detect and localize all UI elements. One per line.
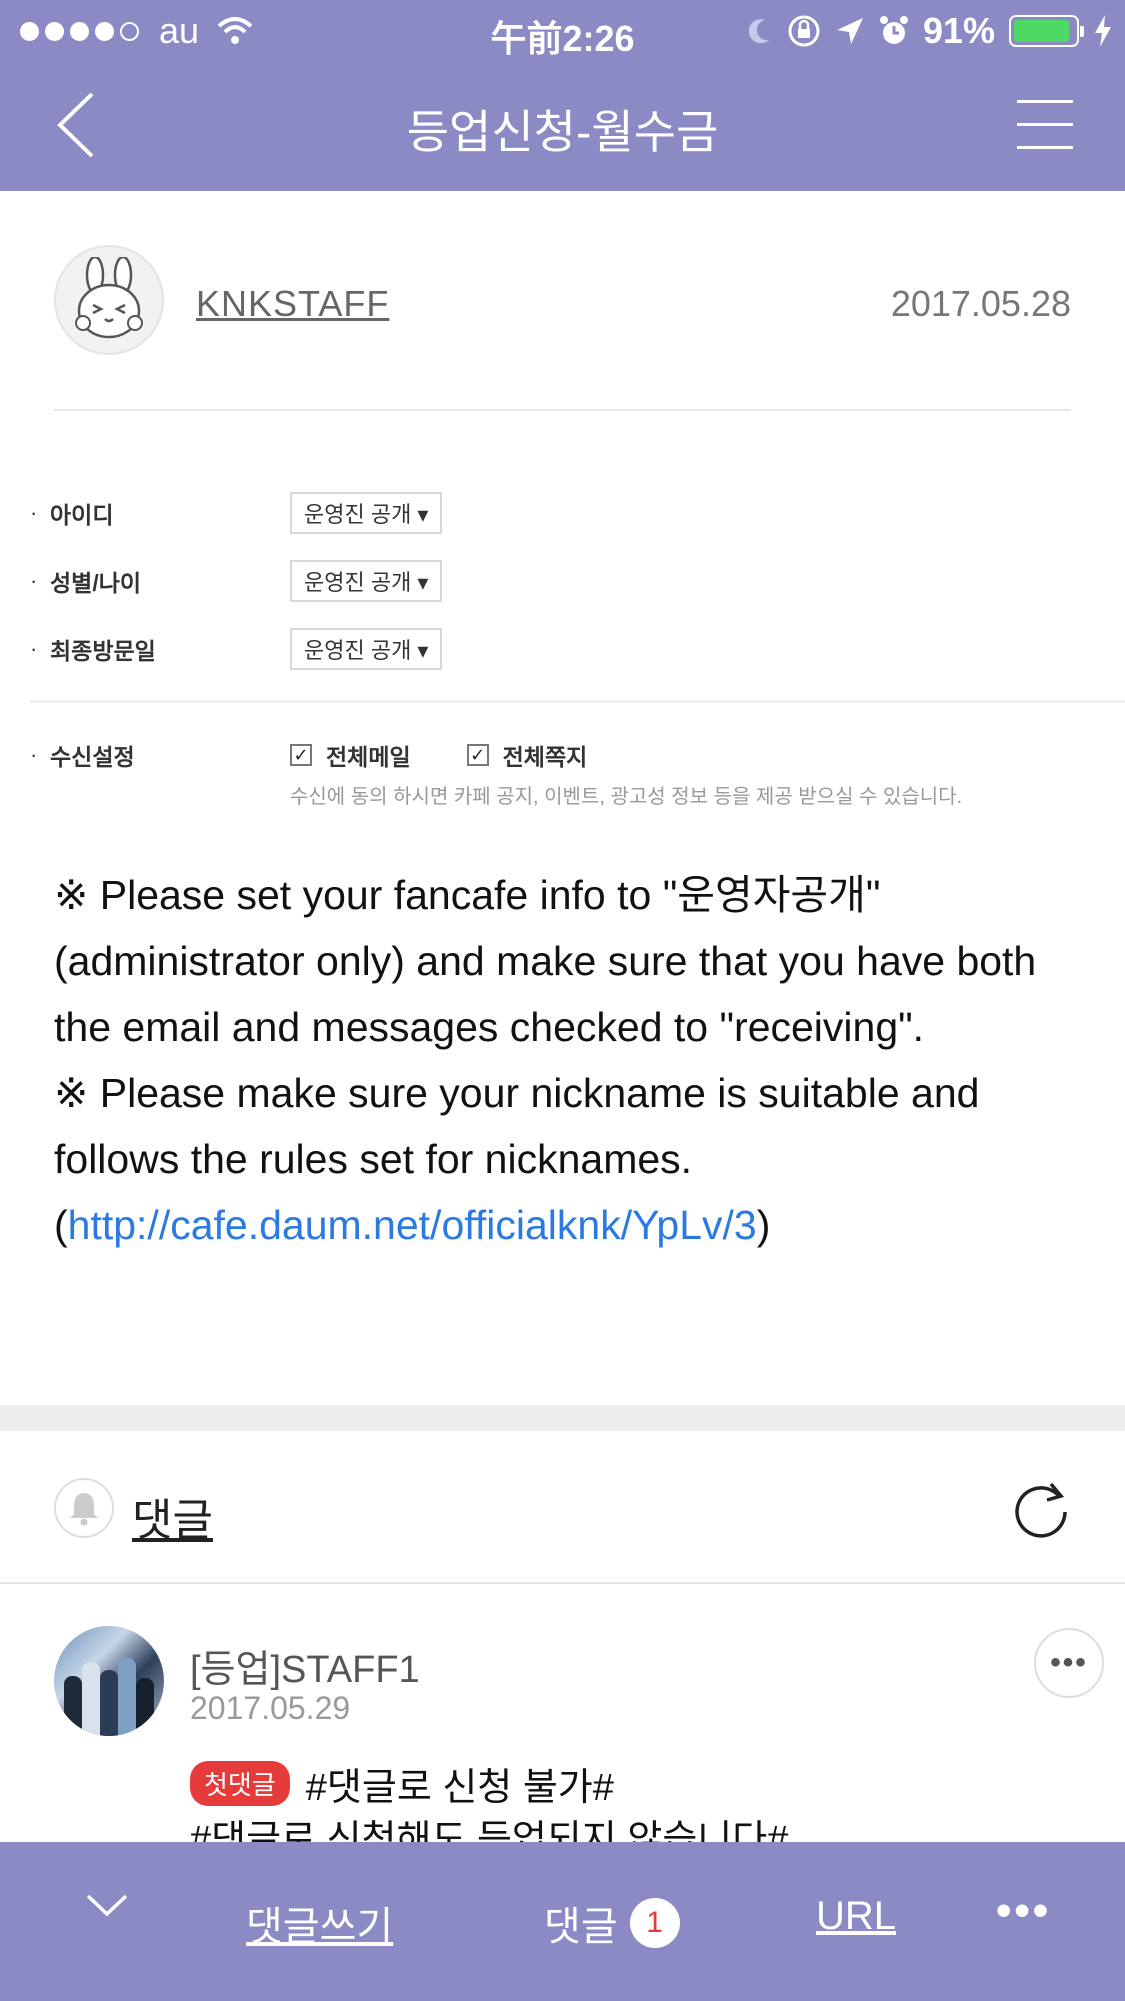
battery-icon — [1009, 15, 1084, 47]
checkbox-all-mail: ✓ 전체메일 — [290, 738, 411, 772]
url-button[interactable]: URL — [816, 1894, 896, 1939]
bottom-toolbar: 댓글쓰기 댓글 1 URL ••• — [0, 1842, 1125, 2001]
avatar[interactable] — [54, 1626, 164, 1736]
checkbox-all-message: ✓ 전체쪽지 — [466, 738, 587, 772]
bell-icon[interactable] — [54, 1478, 114, 1538]
settings-row-select: 운영진 공개 ▾ — [290, 492, 443, 534]
divider — [30, 700, 1125, 703]
moon-icon — [748, 19, 769, 44]
comment-date: 2017.05.29 — [190, 1690, 351, 1726]
rabbit-icon — [75, 257, 143, 339]
navigation-bar: 등업신청-월수금 — [0, 62, 1125, 191]
status-right: 91% — [745, 10, 1113, 52]
status-bar: au 午前2:26 91% — [0, 0, 1125, 62]
checkmark-icon: ✓ — [290, 744, 312, 766]
post-author-name[interactable]: KNKSTAFF — [196, 283, 389, 325]
avatar[interactable] — [54, 245, 164, 355]
receive-notice: 수신에 동의 하시면 카페 공지, 이벤트, 광고성 정보 등을 제공 받으실 … — [290, 786, 963, 808]
settings-row-id: · 아이디 운영진 공개 ▾ — [30, 492, 443, 534]
post-date: 2017.05.28 — [890, 283, 1071, 324]
charging-bolt-icon — [1095, 15, 1111, 47]
hamburger-menu-icon[interactable] — [1017, 100, 1073, 152]
comment-count-badge: 1 — [629, 1898, 680, 1948]
post-author-row: KNKSTAFF 2017.05.28 — [54, 245, 1071, 357]
top-bar: au 午前2:26 91% 등업신청-월수금 — [0, 0, 1125, 191]
comments-label[interactable]: 댓글 — [132, 1484, 213, 1548]
rotation-lock-icon — [788, 15, 820, 47]
comment-item: [등업]STAFF1 2017.05.29 ••• 첫댓글 #댓글로 신청 불가… — [54, 1626, 1104, 1861]
divider — [54, 409, 1071, 411]
settings-row-label: 성별/나이 — [50, 570, 142, 596]
more-horizontal-icon[interactable]: ••• — [1034, 1628, 1104, 1698]
first-comment-badge: 첫댓글 — [190, 1761, 290, 1806]
more-horizontal-icon[interactable]: ••• — [996, 1886, 1051, 1936]
comment-author[interactable]: [등업]STAFF1 — [190, 1638, 420, 1693]
post-paragraph: ※ Please set your fancafe info to "운영자공개… — [54, 872, 1037, 1050]
settings-image: · 아이디 운영진 공개 ▾ · 성별/나이 운영진 공개 ▾ · 최종방문일 … — [30, 480, 1125, 820]
settings-row-label: 최종방문일 — [50, 638, 156, 664]
location-arrow-icon — [836, 18, 863, 44]
post-paragraph: ※ Please make sure your nickname is suit… — [54, 1070, 980, 1248]
settings-row-select: 운영진 공개 ▾ — [290, 560, 443, 602]
post-body: ※ Please set your fancafe info to "운영자공개… — [54, 862, 1084, 1258]
alarm-icon — [879, 16, 908, 44]
settings-row-gender-age: · 성별/나이 운영진 공개 ▾ — [30, 560, 443, 602]
refresh-icon[interactable] — [1011, 1478, 1071, 1538]
divider — [0, 1582, 1125, 1584]
settings-row-label: 수신설정 — [50, 744, 135, 770]
settings-row-receive: · 수신설정 ✓ 전체메일 ✓ 전체쪽지 — [30, 738, 643, 772]
write-comment-button[interactable]: 댓글쓰기 — [246, 1894, 393, 1952]
section-separator — [0, 1405, 1125, 1431]
settings-row-select: 운영진 공개 ▾ — [290, 628, 443, 670]
checkmark-icon: ✓ — [466, 744, 489, 766]
settings-row-label: 아이디 — [50, 502, 114, 528]
settings-row-last-visit: · 최종방문일 운영진 공개 ▾ — [30, 628, 443, 670]
page-title: 등업신청-월수금 — [406, 106, 719, 158]
battery-percent: 91% — [922, 10, 995, 51]
comments-button[interactable]: 댓글 1 — [544, 1894, 680, 1952]
comment-text-line: 첫댓글 #댓글로 신청 불가# — [190, 1756, 614, 1811]
rules-link[interactable]: http://cafe.daum.net/officialknk/YpLv/3 — [68, 1202, 757, 1248]
chevron-down-icon[interactable] — [84, 1882, 130, 1928]
comments-header: 댓글 — [54, 1478, 1071, 1545]
